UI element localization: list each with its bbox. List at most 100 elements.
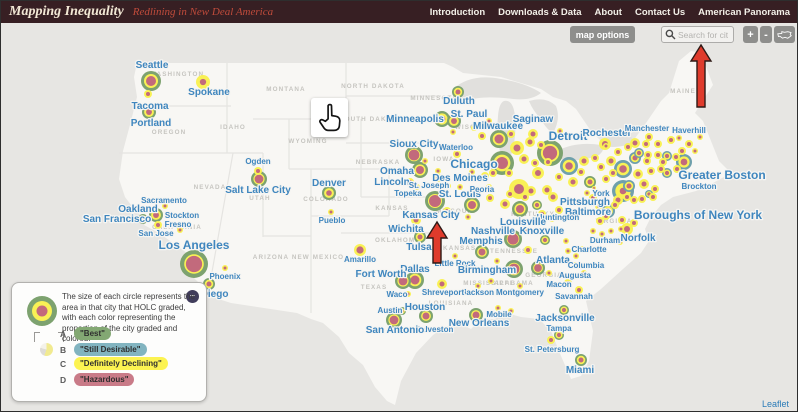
- city-label[interactable]: Greater Boston: [678, 168, 765, 182]
- city-label[interactable]: Phoenix: [209, 272, 241, 281]
- city-label[interactable]: Minneapolis: [386, 114, 444, 125]
- city-label[interactable]: Miami: [566, 365, 595, 376]
- city-circle[interactable]: [637, 151, 641, 155]
- city-circle[interactable]: [557, 175, 561, 179]
- city-circle[interactable]: [509, 132, 513, 136]
- city-label[interactable]: Montgomery: [496, 288, 545, 297]
- city-circle[interactable]: [503, 202, 508, 207]
- city-label[interactable]: New Orleans: [449, 318, 510, 329]
- city-label[interactable]: Tampa: [546, 324, 572, 333]
- city-circle[interactable]: [146, 92, 150, 96]
- city-circle[interactable]: [586, 192, 589, 195]
- city-label[interactable]: Portland: [131, 118, 172, 129]
- city-circle[interactable]: [480, 134, 484, 138]
- city-label[interactable]: Jacksonville: [535, 313, 595, 324]
- city-circle[interactable]: [522, 157, 527, 162]
- city-circle[interactable]: [516, 205, 524, 213]
- city-circle[interactable]: [644, 142, 648, 146]
- city-circle[interactable]: [681, 159, 688, 166]
- city-label[interactable]: Waterloo: [439, 143, 473, 152]
- city-circle[interactable]: [610, 230, 613, 233]
- city-label[interactable]: Duluth: [443, 96, 475, 107]
- city-label[interactable]: St. Paul: [451, 109, 488, 120]
- city-label[interactable]: Brockton: [681, 182, 716, 191]
- city-circle[interactable]: [440, 282, 445, 287]
- city-circle[interactable]: [455, 152, 459, 156]
- city-circle[interactable]: [616, 150, 620, 154]
- city-label[interactable]: Lincoln: [374, 177, 410, 188]
- city-label[interactable]: Salt Lake City: [225, 185, 291, 196]
- city-circle[interactable]: [665, 171, 669, 175]
- city-circle[interactable]: [575, 255, 578, 258]
- city-circle[interactable]: [678, 137, 681, 140]
- leaflet-attribution[interactable]: Leaflet: [762, 399, 789, 409]
- city-circle[interactable]: [156, 223, 160, 227]
- city-label[interactable]: Topeka: [394, 189, 422, 198]
- city-circle[interactable]: [646, 153, 650, 157]
- city-circle[interactable]: [661, 160, 665, 164]
- city-label[interactable]: Los Angeles: [159, 238, 230, 252]
- city-label[interactable]: Peoria: [470, 185, 495, 194]
- city-label[interactable]: Durham: [590, 236, 620, 245]
- city-label[interactable]: Waco: [386, 290, 407, 299]
- city-circle[interactable]: [645, 159, 649, 163]
- city-circle[interactable]: [255, 175, 264, 184]
- city-label[interactable]: Augusta: [559, 271, 592, 280]
- city-circle[interactable]: [330, 211, 333, 214]
- city-circle[interactable]: [605, 145, 608, 148]
- city-circle[interactable]: [531, 132, 536, 137]
- city-circle[interactable]: [256, 169, 260, 173]
- city-circle[interactable]: [543, 146, 557, 160]
- city-circle[interactable]: [613, 203, 617, 207]
- city-circle[interactable]: [598, 219, 602, 223]
- city-circle[interactable]: [356, 246, 363, 253]
- city-circle[interactable]: [626, 183, 631, 188]
- city-circle[interactable]: [699, 136, 702, 139]
- city-circle[interactable]: [543, 238, 547, 242]
- city-circle[interactable]: [651, 195, 655, 199]
- city-circle[interactable]: [620, 228, 623, 231]
- city-circle[interactable]: [479, 249, 486, 256]
- city-label[interactable]: Savannah: [555, 292, 593, 301]
- nav-downloads-data[interactable]: Downloads & Data: [498, 7, 581, 18]
- city-circle[interactable]: [224, 267, 227, 270]
- city-label[interactable]: Ogden: [245, 157, 270, 166]
- nav-american-panorama[interactable]: American Panorama: [698, 7, 790, 18]
- city-circle[interactable]: [599, 165, 603, 169]
- city-circle[interactable]: [571, 180, 576, 185]
- city-circle[interactable]: [146, 76, 156, 86]
- city-label[interactable]: Pueblo: [319, 216, 346, 225]
- city-label[interactable]: York: [592, 189, 610, 198]
- city-circle[interactable]: [468, 201, 476, 209]
- city-circle[interactable]: [656, 142, 660, 146]
- city-circle[interactable]: [649, 169, 653, 173]
- city-circle[interactable]: [548, 272, 551, 275]
- city-label[interactable]: San Francisco: [83, 214, 151, 225]
- city-circle[interactable]: [454, 255, 457, 258]
- city-circle[interactable]: [579, 170, 583, 174]
- city-label[interactable]: Fresno: [165, 220, 192, 229]
- city-circle[interactable]: [535, 203, 539, 207]
- city-circle[interactable]: [488, 196, 492, 200]
- city-circle[interactable]: [326, 190, 332, 196]
- city-circle[interactable]: [496, 157, 508, 169]
- city-circle[interactable]: [535, 170, 541, 176]
- search-box[interactable]: [661, 26, 734, 43]
- city-circle[interactable]: [411, 276, 420, 285]
- nav-contact-us[interactable]: Contact Us: [635, 7, 685, 18]
- city-circle[interactable]: [551, 195, 556, 200]
- city-circle[interactable]: [659, 167, 663, 171]
- city-label[interactable]: Knoxville: [520, 226, 565, 237]
- city-circle[interactable]: [642, 182, 647, 187]
- city-label[interactable]: Spokane: [188, 87, 230, 98]
- city-circle[interactable]: [680, 149, 684, 153]
- nav-about[interactable]: About: [595, 7, 622, 18]
- city-circle[interactable]: [539, 143, 543, 147]
- city-circle[interactable]: [624, 226, 630, 232]
- city-label[interactable]: Wichita: [388, 224, 424, 235]
- city-circle[interactable]: [565, 162, 573, 170]
- city-circle[interactable]: [467, 216, 470, 219]
- city-label[interactable]: Amarillo: [344, 255, 376, 264]
- city-circle[interactable]: [424, 160, 427, 163]
- city-circle[interactable]: [626, 145, 630, 149]
